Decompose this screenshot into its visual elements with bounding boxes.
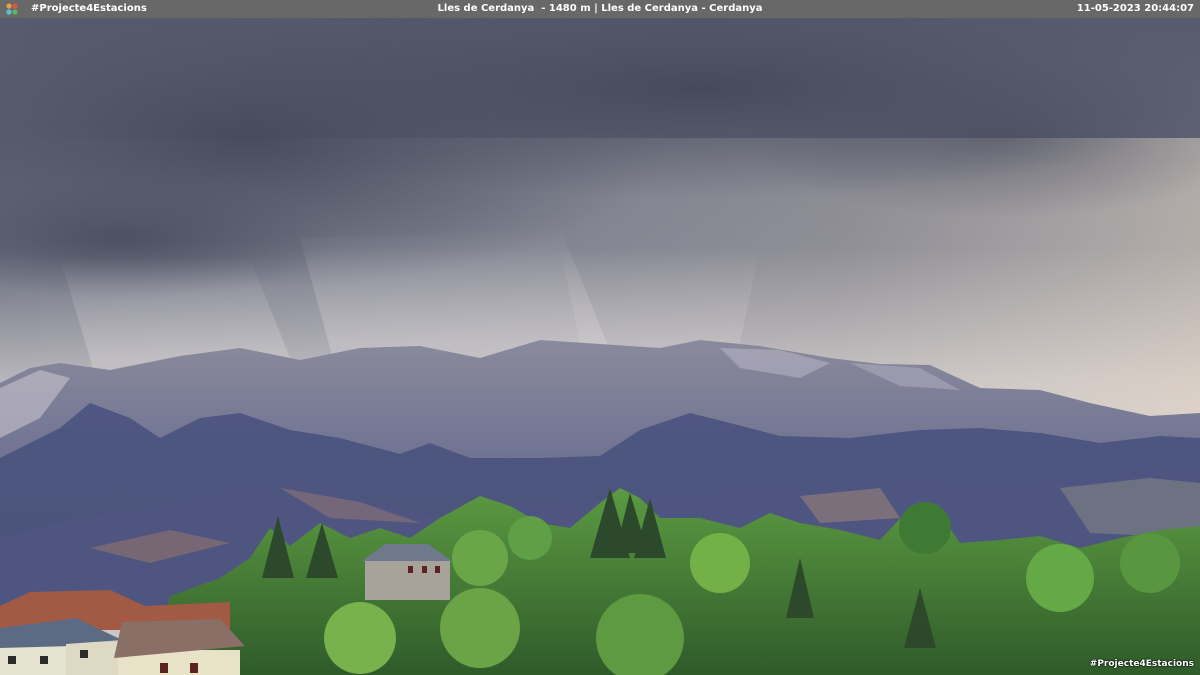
webcam-landscape-image [0,18,1200,675]
camera-location-title: Lles de Cerdanya - 1480 m | Lles de Cerd… [437,3,763,14]
stone-house [362,544,452,600]
capture-timestamp: 11-05-2023 20:44:07 [1076,3,1194,14]
watermark-hashtag: #Projecte4Estacions [1089,659,1194,669]
webcam-header-bar: #Projecte4Estacions Lles de Cerdanya - 1… [0,0,1200,18]
